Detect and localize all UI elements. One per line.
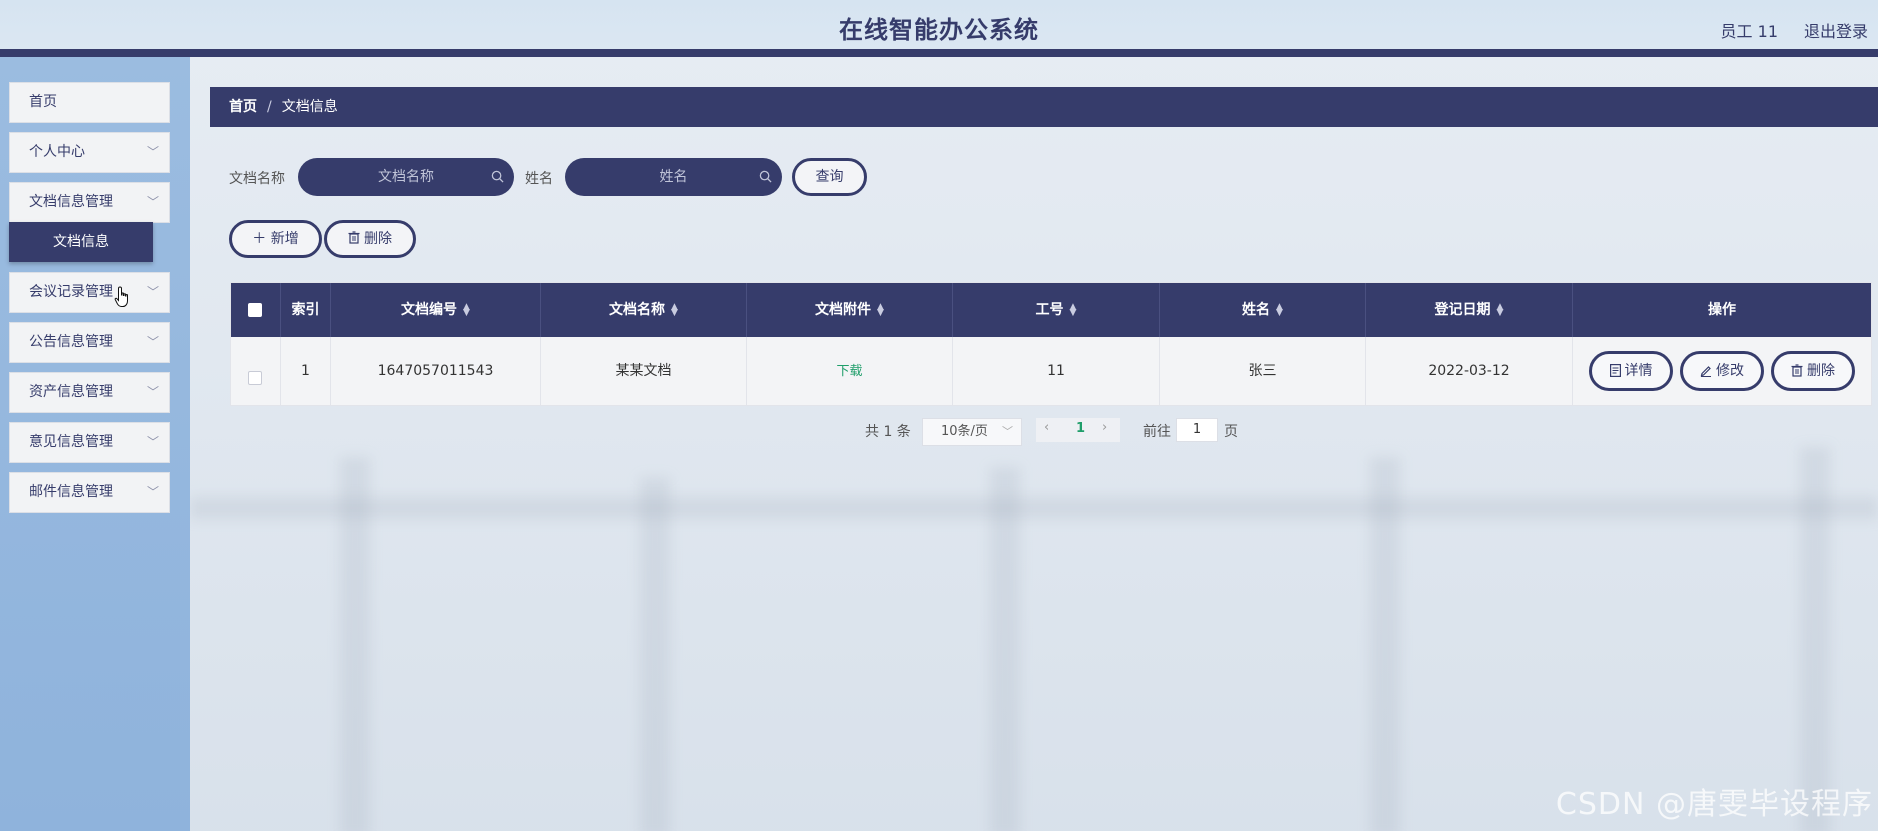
chevron-down-icon: ﹀	[146, 335, 159, 349]
table-cell-doc-no: 1647057011543	[331, 337, 541, 405]
sidebar-item-label: 文档信息管理	[29, 194, 113, 210]
table-cell-date: 2022-03-12	[1366, 337, 1573, 405]
header-index: 索引	[281, 283, 331, 337]
sidebar-item-label: 邮件信息管理	[29, 484, 113, 500]
sidebar-item-mail[interactable]: 邮件信息管理 ﹀	[9, 472, 170, 513]
top-header: 在线智能办公系统 员工 11 退出登录	[0, 0, 1878, 57]
table-cell-emp-no: 11	[953, 337, 1160, 405]
sidebar-item-feedback[interactable]: 意见信息管理 ﹀	[9, 422, 170, 463]
breadcrumb-home[interactable]: 首页	[229, 99, 257, 115]
add-button[interactable]: ＋ 新增	[229, 220, 322, 258]
header-date[interactable]: 登记日期 ▲ ▼	[1366, 283, 1573, 337]
app-title: 在线智能办公系统	[839, 16, 1039, 44]
edit-button-label: 修改	[1716, 363, 1744, 379]
search-icon	[759, 170, 772, 183]
goto-page-input[interactable]: 1	[1176, 418, 1218, 442]
sidebar-item-label: 公告信息管理	[29, 334, 113, 350]
sidebar-item-label: 意见信息管理	[29, 434, 113, 450]
doc-name-search-input[interactable]: 文档名称	[298, 158, 514, 196]
prev-page-icon[interactable]: ‹	[1044, 420, 1049, 435]
breadcrumb-separator: /	[267, 99, 272, 115]
trash-icon	[1791, 364, 1803, 377]
sidebar-item-label: 首页	[29, 94, 57, 110]
page-unit-label: 页	[1224, 424, 1238, 440]
sort-icon[interactable]: ▲ ▼	[877, 303, 884, 318]
chevron-down-icon: ﹀	[1002, 425, 1013, 438]
table-cell-name: 张三	[1160, 337, 1366, 405]
chevron-up-icon: ﹀	[146, 195, 159, 209]
sort-icon[interactable]: ▲ ▼	[463, 303, 470, 318]
sort-icon[interactable]: ▲ ▼	[1070, 303, 1077, 318]
name-placeholder: 姓名	[659, 169, 688, 185]
sort-icon[interactable]: ▲ ▼	[671, 303, 678, 318]
page-number-current[interactable]: 1	[1076, 421, 1085, 436]
name-search-input[interactable]: 姓名	[565, 158, 782, 196]
page-size-select[interactable]: 10条/页 ﹀	[922, 418, 1022, 446]
table-cell-doc-name: 某某文档	[541, 337, 747, 405]
table-cell-index: 1	[281, 337, 331, 405]
table-cell-actions: 详情 修改 删除	[1573, 337, 1871, 405]
query-button[interactable]: 查询	[792, 158, 867, 196]
select-all-checkbox[interactable]	[248, 303, 262, 317]
search-icon	[491, 170, 504, 183]
current-user: 员工 11	[1720, 22, 1778, 41]
sidebar-item-assets[interactable]: 资产信息管理 ﹀	[9, 372, 170, 413]
edit-button[interactable]: 修改	[1680, 351, 1764, 391]
header-actions: 操作	[1708, 302, 1736, 318]
header-doc-no[interactable]: 文档编号 ▲ ▼	[331, 283, 541, 337]
sidebar-item-home[interactable]: 首页	[9, 82, 170, 123]
bulk-delete-button[interactable]: 删除	[324, 220, 416, 258]
sidebar-item-label: 会议记录管理	[29, 284, 113, 300]
logout-link[interactable]: 退出登录	[1804, 18, 1868, 42]
sort-icon[interactable]: ▲ ▼	[1497, 303, 1504, 318]
header-emp-no[interactable]: 工号 ▲ ▼	[953, 283, 1160, 337]
header-name[interactable]: 姓名 ▲ ▼	[1160, 283, 1366, 337]
sidebar-subitem-document-info[interactable]: 文档信息	[9, 222, 153, 262]
documents-table: 索引 文档编号 ▲ ▼ 文档名称 ▲ ▼ 文档附件 ▲ ▼ 工号 ▲ ▼ 姓名 ▲ ▼ 登记日期 ▲ ▼…	[230, 282, 1872, 406]
delete-button[interactable]: 删除	[1771, 351, 1855, 391]
next-page-icon[interactable]: ›	[1102, 420, 1107, 435]
breadcrumb: 首页 / 文档信息	[210, 87, 1878, 127]
chevron-down-icon: ﹀	[146, 485, 159, 499]
delete-button-label: 删除	[1807, 363, 1835, 379]
detail-button[interactable]: 详情	[1589, 351, 1673, 391]
table-header: 索引 文档编号 ▲ ▼ 文档名称 ▲ ▼ 文档附件 ▲ ▼ 工号 ▲ ▼ 姓名 ▲ ▼ 登记日期 ▲ ▼…	[231, 283, 1871, 337]
document-icon	[1609, 364, 1621, 378]
chevron-down-icon: ﹀	[146, 385, 159, 399]
table-cell-attachment: 下载	[747, 337, 953, 405]
doc-name-label: 文档名称	[229, 171, 285, 187]
sidebar-item-announcements[interactable]: 公告信息管理 ﹀	[9, 322, 170, 363]
header-select-all-cell	[231, 283, 281, 337]
edit-icon	[1700, 366, 1711, 377]
pagination-total: 共 1 条	[865, 424, 911, 440]
sidebar-item-document-management[interactable]: 文档信息管理 ﹀	[9, 182, 170, 223]
sidebar-item-label: 资产信息管理	[29, 384, 113, 400]
doc-name-placeholder: 文档名称	[378, 169, 434, 185]
sidebar-item-personal-center[interactable]: 个人中心 ﹀	[9, 132, 170, 173]
sidebar-item-meeting-records[interactable]: 会议记录管理 ﹀	[9, 272, 170, 313]
goto-label: 前往	[1143, 424, 1171, 440]
chevron-down-icon: ﹀	[146, 435, 159, 449]
sidebar-item-label: 个人中心	[29, 144, 85, 160]
detail-button-label: 详情	[1624, 363, 1653, 379]
row-select-cell	[231, 337, 281, 405]
bulk-delete-label: 删除	[364, 231, 392, 247]
page-size-value: 10条/页	[941, 424, 988, 439]
download-link[interactable]: 下载	[836, 364, 862, 379]
plus-icon: ＋	[252, 231, 267, 247]
row-checkbox[interactable]	[248, 371, 262, 385]
chevron-down-icon: ﹀	[146, 285, 159, 299]
watermark: CSDN @唐雯毕设程序	[1555, 787, 1873, 822]
header-doc-name[interactable]: 文档名称 ▲ ▼	[541, 283, 747, 337]
breadcrumb-current: 文档信息	[281, 99, 338, 115]
name-label: 姓名	[525, 171, 553, 187]
pager: ‹ 1 ›	[1036, 418, 1120, 442]
hand-cursor-icon	[114, 286, 128, 307]
chevron-down-icon: ﹀	[146, 145, 159, 159]
sort-icon[interactable]: ▲ ▼	[1276, 303, 1283, 318]
add-button-label: 新增	[270, 231, 299, 247]
trash-icon	[348, 231, 360, 244]
header-attachment[interactable]: 文档附件 ▲ ▼	[747, 283, 953, 337]
sidebar: 首页 个人中心 ﹀ 文档信息管理 ﹀ 文档信息 会议记录管理 ﹀ 公告信息管理 …	[0, 57, 190, 831]
